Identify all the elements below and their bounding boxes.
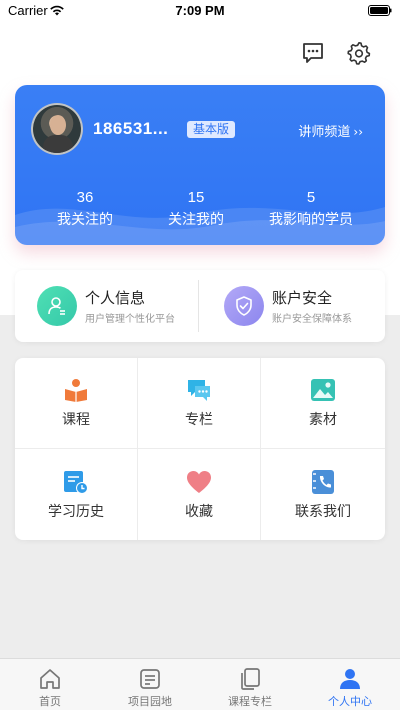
account-info-card: 个人信息 用户管理个性化平台 账户安全 账户安全保障体系 [15,270,385,342]
image-icon [311,379,335,401]
stat-label: 我关注的 [57,212,113,228]
battery-icon [368,5,392,16]
chat-bubbles-icon [188,380,210,401]
settings-button[interactable] [346,40,372,66]
heart-icon [187,470,211,493]
top-actions [300,40,372,66]
history-icon [64,470,88,494]
shield-icon [224,286,264,326]
avatar-body [43,135,73,153]
account-security-subtitle: 账户安全保障体系 [272,314,352,325]
tab-project-garden[interactable]: 项目园地 [100,659,200,710]
gear-icon [347,42,371,65]
copy-icon [241,668,260,690]
stat-value: 5 [306,189,316,206]
username: 186531... [93,119,169,138]
tab-personal-center[interactable]: 个人中心 [300,659,400,710]
lecturer-channel-link[interactable]: 讲师频道 ›› [298,121,363,140]
lecturer-channel-label: 讲师频道 [298,125,351,140]
profile-card: 186531... 基本版 讲师频道 ›› 36 我关注的 15 关注我的 5 我… [15,85,385,245]
document-icon [140,669,160,689]
account-security-button[interactable]: 账户安全 账户安全保障体系 [198,280,385,332]
stat-following[interactable]: 36 我关注的 [15,189,155,229]
tab-label: 首页 [39,695,61,708]
grid-item-study-history[interactable]: 学习历史 [15,449,138,540]
grid-label: 学习历史 [48,503,104,520]
chevron-right-icon: ›› [353,125,363,139]
tab-bar: 首页 项目园地 课程专栏 个人中心 [0,658,400,710]
avatar-face [50,115,66,135]
plan-badge: 基本版 [187,121,236,138]
feature-grid: 课程 专栏 素材 学习历史 收藏 联系我们 [15,358,385,540]
stat-label: 我影响的学员 [269,212,353,228]
stat-value: 15 [187,189,205,206]
person-icon [340,669,360,689]
personal-info-button[interactable]: 个人信息 用户管理个性化平台 [15,280,198,332]
avatar[interactable] [31,103,83,155]
grid-label: 联系我们 [295,503,351,520]
message-button[interactable] [300,40,326,66]
account-security-title: 账户安全 [272,289,333,307]
personal-info-title: 个人信息 [85,289,146,307]
stat-value: 36 [76,189,94,206]
reading-icon [65,379,87,402]
grid-label: 课程 [62,412,90,428]
stat-followers[interactable]: 15 关注我的 [155,189,237,229]
grid-item-courses[interactable]: 课程 [15,358,138,449]
tab-label: 个人中心 [328,695,372,708]
home-icon [40,669,60,689]
grid-label: 收藏 [185,503,213,520]
tab-label: 项目园地 [128,695,172,708]
stat-label: 关注我的 [168,212,224,228]
status-bar: Carrier 7:09 PM [0,0,400,22]
message-icon [303,43,323,63]
clock: 7:09 PM [175,3,225,18]
personal-info-subtitle: 用户管理个性化平台 [85,314,175,325]
grid-label: 专栏 [185,412,213,428]
grid-item-columns[interactable]: 专栏 [138,358,261,449]
tab-course-columns[interactable]: 课程专栏 [200,659,300,710]
grid-label: 素材 [309,412,337,428]
grid-item-favorites[interactable]: 收藏 [138,449,261,540]
stat-influenced-students[interactable]: 5 我影响的学员 [237,189,385,229]
tab-home[interactable]: 首页 [0,659,100,710]
tab-label: 课程专栏 [228,695,272,708]
grid-item-contact-us[interactable]: 联系我们 [261,449,385,540]
grid-item-materials[interactable]: 素材 [261,358,385,449]
user-icon [37,286,77,326]
phone-book-icon [312,469,334,494]
profile-stats: 36 我关注的 15 关注我的 5 我影响的学员 [15,189,385,229]
